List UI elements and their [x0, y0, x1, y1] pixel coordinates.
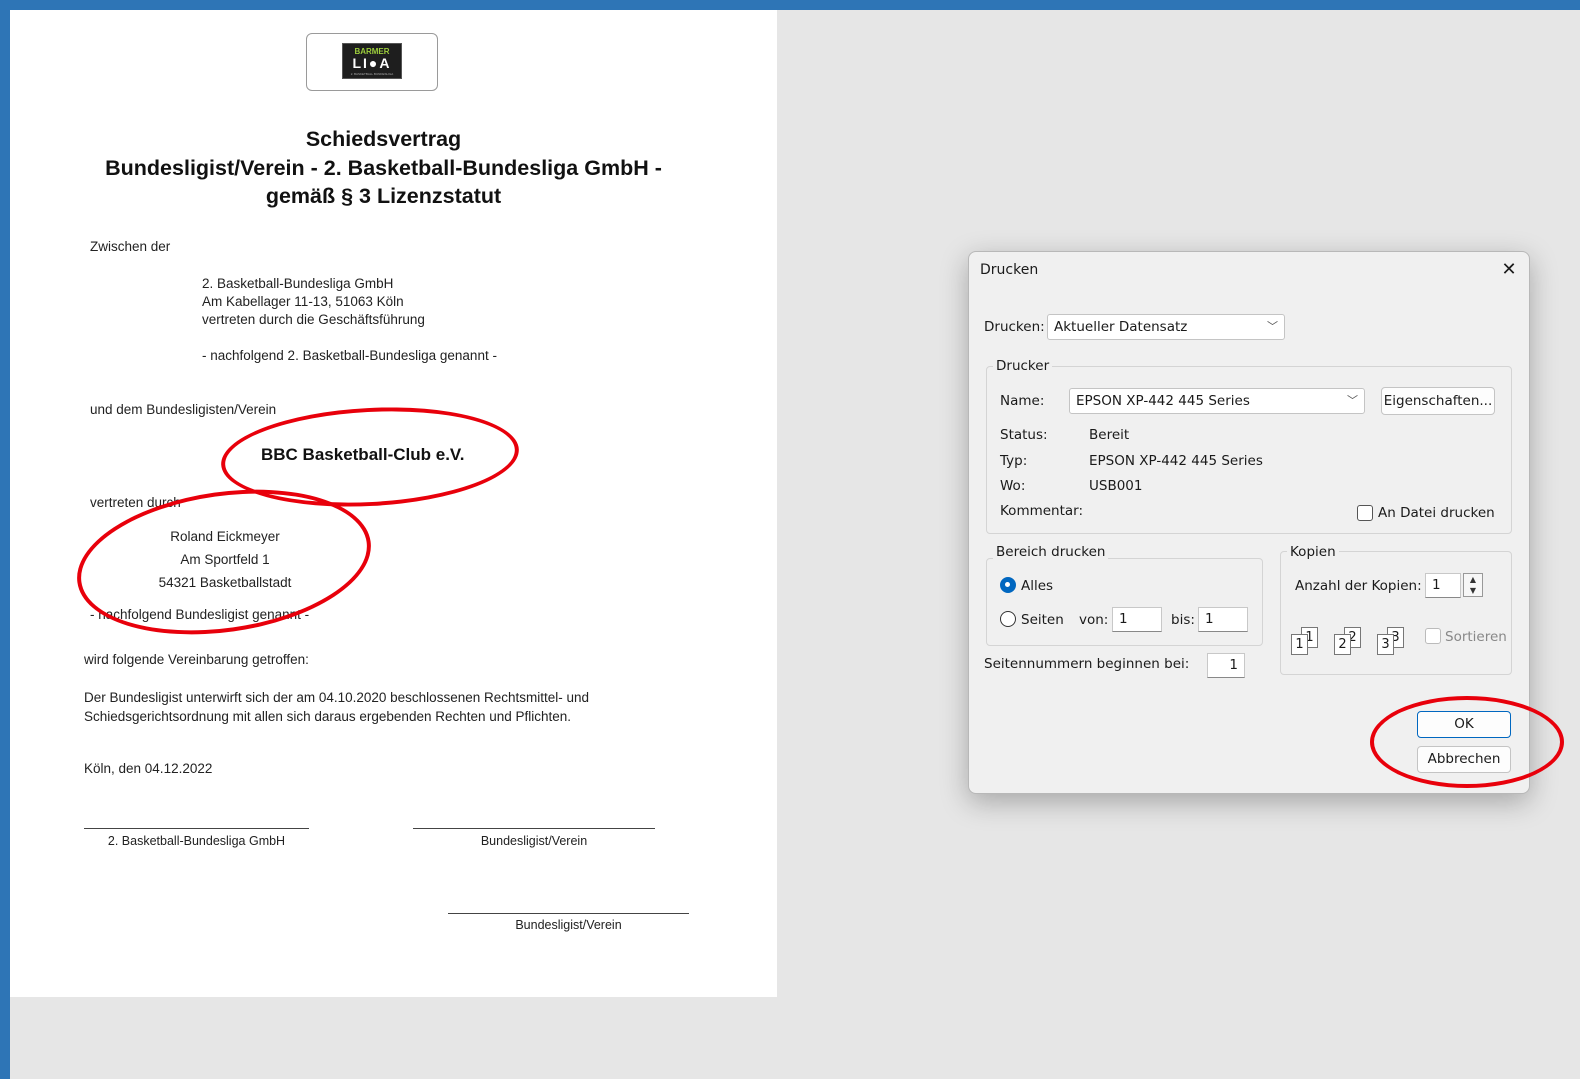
- chevron-down-icon: ﹀: [1267, 320, 1278, 333]
- doc-title: Schiedsvertrag: [305, 127, 462, 151]
- where-label: Wo:: [1000, 478, 1026, 494]
- print-to-file-checkbox[interactable]: [1357, 505, 1373, 521]
- from-label: von:: [1079, 612, 1109, 628]
- copies-label: Anzahl der Kopien:: [1295, 578, 1422, 594]
- collate-page-icon: 1: [1291, 634, 1308, 655]
- range-group-label: Bereich drucken: [993, 544, 1109, 560]
- to-input[interactable]: 1: [1198, 607, 1248, 632]
- party1-line: vertreten durch die Geschäftsführung: [202, 312, 425, 327]
- where-value: USB001: [1089, 478, 1143, 494]
- page-start-label: Seitennummern beginnen bei:: [984, 656, 1190, 672]
- party1-line: Am Kabellager 11-13, 51063 Köln: [202, 294, 404, 309]
- signature-label-left: 2. Basketball-Bundesliga GmbH: [107, 834, 286, 848]
- place-date: Köln, den 04.12.2022: [84, 761, 213, 776]
- and-club-text: und dem Bundesligisten/Verein: [90, 402, 277, 417]
- status-label: Status:: [1000, 427, 1048, 443]
- printer-name-value: EPSON XP-442 445 Series: [1076, 393, 1250, 409]
- agreement-body: Der Bundesligist unterwirft sich der am …: [84, 688, 589, 726]
- collate-page-icon: 2: [1334, 634, 1351, 655]
- radio-all-label: Alles: [1021, 578, 1054, 594]
- signature-line-bottom: [448, 913, 689, 914]
- signature-line-left: [84, 828, 309, 829]
- type-value: EPSON XP-442 445 Series: [1089, 453, 1263, 469]
- radio-all[interactable]: [1000, 577, 1016, 593]
- signature-label-right: Bundesligist/Verein: [480, 834, 588, 848]
- body-line: Schiedsgerichtsordnung mit allen sich da…: [84, 709, 572, 724]
- page-start-input[interactable]: 1: [1207, 653, 1245, 678]
- dialog-title: Drucken: [980, 262, 1039, 278]
- copies-group-label: Kopien: [1287, 544, 1339, 560]
- doc-subtitle-2: gemäß § 3 Lizenzstatut: [265, 184, 502, 208]
- radio-pages-label: Seiten: [1021, 612, 1064, 628]
- collate-label: Sortieren: [1445, 629, 1507, 645]
- printer-name-select[interactable]: EPSON XP-442 445 Series ﹀: [1069, 388, 1365, 414]
- signature-line-right: [413, 828, 655, 829]
- print-scope-value: Aktueller Datensatz: [1054, 319, 1188, 335]
- copies-group: [1280, 551, 1512, 675]
- logo-text-main: LI●A: [352, 55, 392, 71]
- party1-address: 2. Basketball-Bundesliga GmbH Am Kabella…: [202, 275, 425, 329]
- between-text: Zwischen der: [90, 239, 171, 254]
- logo-mark: BARMER LI●A 2. BASKETBALL BUNDESLIGA: [342, 43, 402, 79]
- league-logo: BARMER LI●A 2. BASKETBALL BUNDESLIGA: [306, 33, 438, 91]
- to-label: bis:: [1171, 612, 1195, 628]
- range-group: [986, 558, 1263, 646]
- agreement-text: wird folgende Vereinbarung getroffen:: [84, 652, 309, 667]
- party1-line: 2. Basketball-Bundesliga GmbH: [202, 276, 394, 291]
- copies-spinner[interactable]: ▲ ▼: [1463, 573, 1483, 597]
- status-value: Bereit: [1089, 427, 1130, 443]
- copies-input[interactable]: 1: [1425, 573, 1461, 598]
- printer-group-label: Drucker: [993, 358, 1053, 374]
- type-label: Typ:: [1000, 453, 1028, 469]
- body-line: Der Bundesligist unterwirft sich der am …: [84, 690, 590, 705]
- radio-pages[interactable]: [1000, 611, 1016, 627]
- signature-label-bottom: Bundesligist/Verein: [515, 918, 622, 932]
- comment-label: Kommentar:: [1000, 503, 1084, 519]
- highlight-buttons: [1370, 696, 1564, 788]
- doc-subtitle: Bundesligist/Verein - 2. Basketball-Bund…: [105, 156, 662, 180]
- collate-checkbox[interactable]: [1425, 628, 1441, 644]
- print-scope-label: Drucken:: [984, 319, 1045, 335]
- print-scope-select[interactable]: Aktueller Datensatz ﹀: [1047, 314, 1285, 340]
- logo-text-tag: 2. BASKETBALL BUNDESLIGA: [350, 72, 394, 76]
- from-input[interactable]: 1: [1112, 607, 1162, 632]
- name-label: Name:: [1000, 393, 1045, 409]
- party1-named: - nachfolgend 2. Basketball-Bundesliga g…: [202, 348, 497, 363]
- close-icon[interactable]: ✕: [1497, 258, 1521, 282]
- print-to-file-label: An Datei drucken: [1378, 505, 1495, 521]
- collate-page-icon: 3: [1377, 634, 1394, 655]
- properties-button[interactable]: Eigenschaften...: [1381, 387, 1495, 415]
- chevron-down-icon: ﹀: [1347, 394, 1358, 407]
